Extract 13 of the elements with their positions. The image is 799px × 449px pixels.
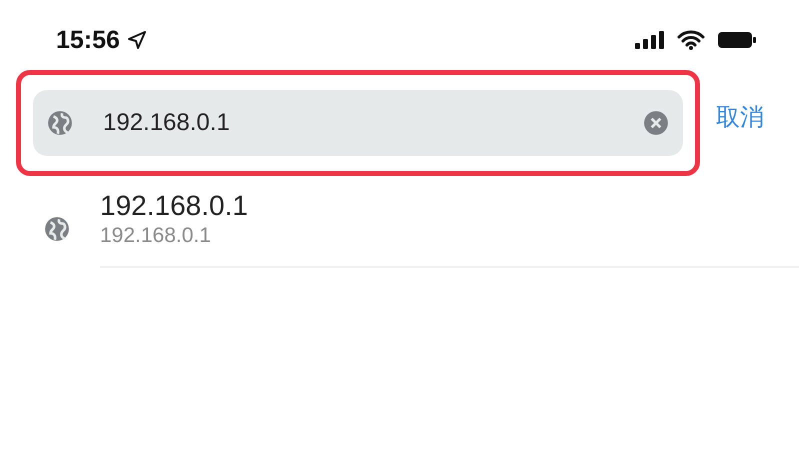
signal-icon [635, 31, 665, 49]
location-arrow-icon [128, 31, 146, 49]
clear-icon[interactable] [643, 110, 669, 136]
battery-icon [717, 31, 757, 49]
cancel-button[interactable]: 取消 [716, 101, 764, 133]
suggestion-url: 192.168.0.1 [100, 224, 211, 248]
globe-icon [47, 110, 73, 136]
globe-icon [44, 216, 70, 242]
address-text: 192.168.0.1 [103, 109, 231, 137]
status-time: 15:56 [56, 26, 120, 54]
address-field[interactable]: 192.168.0.1 [33, 90, 683, 156]
suggestion-title[interactable]: 192.168.0.1 [100, 190, 248, 222]
wifi-icon [677, 30, 705, 50]
